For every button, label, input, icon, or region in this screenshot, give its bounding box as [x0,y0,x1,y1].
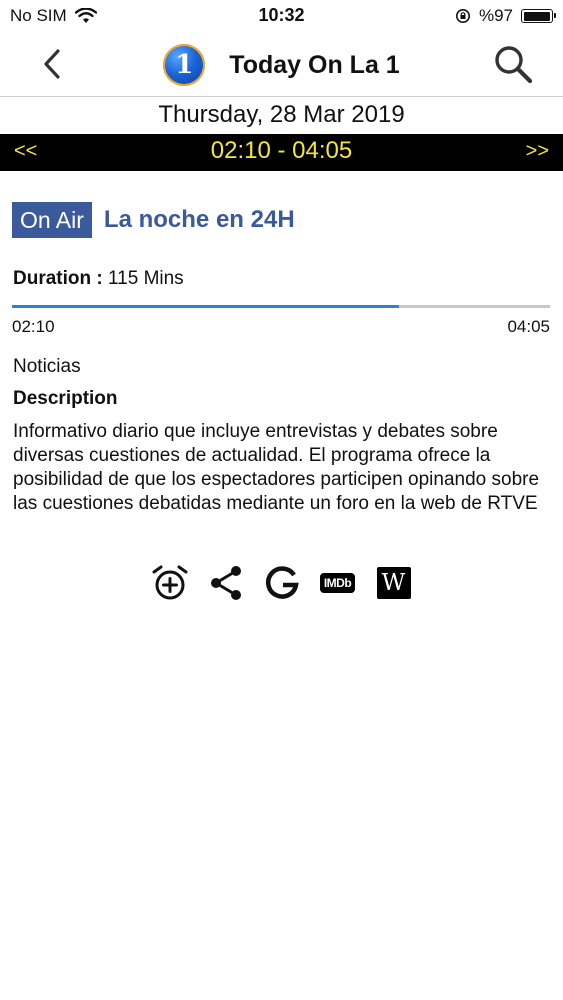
time-navigation-bar: << 02:10 - 04:05 >> [0,134,563,171]
on-air-badge: On Air [12,202,92,238]
battery-percent: %97 [478,6,513,25]
program-progress-fill [12,305,400,308]
share-button[interactable] [206,563,246,603]
google-search-button[interactable] [262,563,302,603]
next-program-button[interactable]: >> [526,140,549,163]
program-description: Informativo diario que incluye entrevist… [13,421,540,514]
action-bar: IMDb W [0,563,563,603]
schedule-date: Thursday, 28 Mar 2019 [158,101,405,128]
imdb-icon: IMDb [319,573,356,593]
wikipedia-button[interactable]: W [374,563,414,603]
duration-label: Duration : [13,268,103,289]
program-genre: Noticias [13,356,81,377]
google-icon [265,566,299,599]
nav-title-group: 1 Today On La 1 [0,44,563,86]
wikipedia-icon: W [376,567,411,599]
alarm-add-icon [152,565,187,600]
status-right: %97 [455,6,556,26]
program-start-time: 02:10 [12,317,55,336]
status-bar: No SIM 10:32 %97 [0,0,563,32]
page-title: Today On La 1 [229,50,400,79]
search-button[interactable] [493,44,533,84]
program-header: On Air La noche en 24H [12,202,295,238]
description-heading: Description [13,388,118,409]
add-reminder-button[interactable] [150,563,190,603]
channel-logo: 1 [163,44,206,86]
duration-row: Duration : 115 Mins [13,268,184,290]
search-icon [495,46,533,84]
program-end-time: 04:05 [507,317,550,336]
program-progress-bar [12,305,550,308]
imdb-button[interactable]: IMDb [318,563,358,603]
battery-icon [521,9,556,23]
rotation-lock-icon [455,9,470,23]
nav-bar: 1 Today On La 1 [0,32,563,97]
program-title: La noche en 24H [103,206,295,233]
share-icon [210,566,241,600]
duration-value: 115 Mins [108,268,184,289]
program-time-range: 02:10 - 04:05 [210,137,353,164]
